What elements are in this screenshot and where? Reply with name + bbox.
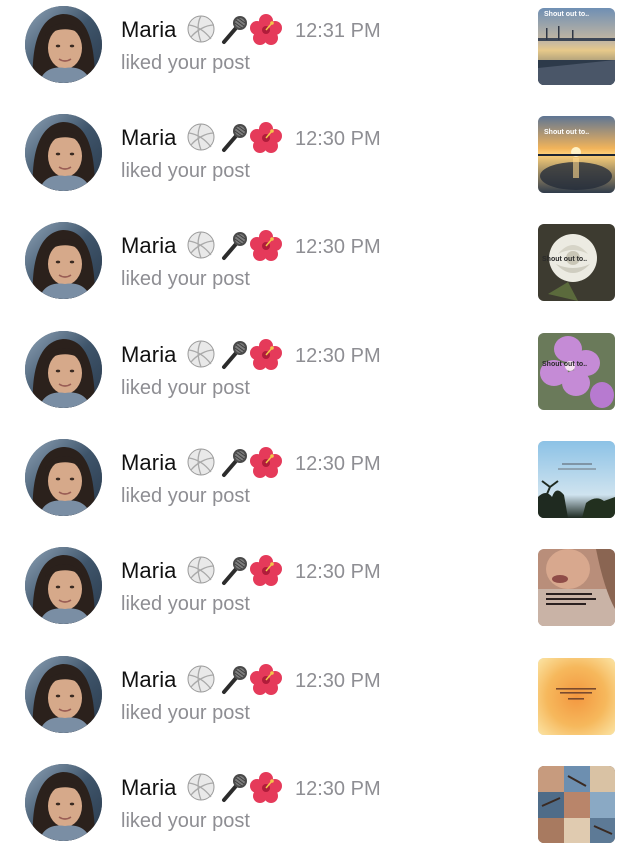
post-thumbnail[interactable] bbox=[538, 549, 615, 626]
activity-text: liked your post bbox=[121, 810, 250, 832]
username[interactable]: Maria bbox=[121, 449, 177, 477]
timestamp: 12:30 PM bbox=[295, 670, 381, 692]
microphone-icon bbox=[222, 124, 247, 152]
timestamp: 12:30 PM bbox=[295, 453, 381, 475]
avatar[interactable] bbox=[25, 222, 102, 299]
volleyball-icon bbox=[187, 340, 215, 368]
timestamp: 12:30 PM bbox=[295, 236, 381, 258]
status-emojis bbox=[186, 555, 282, 587]
post-thumbnail[interactable] bbox=[538, 441, 615, 518]
notification-row[interactable]: Maria bbox=[0, 650, 640, 750]
activity-text: liked your post bbox=[121, 702, 250, 724]
post-thumbnail[interactable]: Shout out to.. bbox=[538, 8, 615, 85]
microphone-icon bbox=[222, 341, 247, 369]
hibiscus-icon bbox=[250, 230, 282, 261]
activity-text: liked your post bbox=[121, 485, 250, 507]
activity-text: liked your post bbox=[121, 377, 250, 399]
post-thumbnail[interactable]: Shout out to.. bbox=[538, 224, 615, 301]
microphone-icon bbox=[222, 557, 247, 585]
hibiscus-icon bbox=[250, 772, 282, 803]
avatar[interactable] bbox=[25, 439, 102, 516]
activity-text: liked your post bbox=[121, 160, 250, 182]
avatar[interactable] bbox=[25, 547, 102, 624]
username[interactable]: Maria bbox=[121, 341, 177, 369]
username[interactable]: Maria bbox=[121, 666, 177, 694]
avatar[interactable] bbox=[25, 764, 102, 841]
username[interactable]: Maria bbox=[121, 774, 177, 802]
volleyball-icon bbox=[187, 123, 215, 151]
status-emojis bbox=[186, 14, 282, 46]
username[interactable]: Maria bbox=[121, 232, 177, 260]
status-emojis bbox=[186, 230, 282, 262]
volleyball-icon bbox=[187, 773, 215, 801]
post-thumbnail[interactable] bbox=[538, 658, 615, 735]
hibiscus-icon bbox=[250, 14, 282, 45]
timestamp: 12:30 PM bbox=[295, 561, 381, 583]
volleyball-icon bbox=[187, 15, 215, 43]
post-caption: Shout out to.. bbox=[544, 11, 590, 18]
timestamp: 12:30 PM bbox=[295, 778, 381, 800]
notification-row[interactable]: Maria bbox=[0, 108, 640, 208]
notification-row[interactable]: Maria bbox=[0, 216, 640, 316]
status-emojis bbox=[186, 772, 282, 804]
status-emojis bbox=[186, 339, 282, 371]
microphone-icon bbox=[222, 666, 247, 694]
avatar[interactable] bbox=[25, 6, 102, 83]
hibiscus-icon bbox=[250, 339, 282, 370]
notification-row[interactable]: Maria bbox=[0, 433, 640, 533]
avatar[interactable] bbox=[25, 331, 102, 408]
notification-row[interactable]: Maria bbox=[0, 0, 640, 100]
hibiscus-icon bbox=[250, 555, 282, 586]
volleyball-icon bbox=[187, 665, 215, 693]
volleyball-icon bbox=[187, 556, 215, 584]
post-thumbnail[interactable]: Shout out to.. bbox=[538, 116, 615, 193]
notification-row[interactable]: Maria bbox=[0, 541, 640, 641]
username[interactable]: Maria bbox=[121, 124, 177, 152]
notification-row[interactable]: Maria bbox=[0, 325, 640, 425]
post-caption: Shout out to.. bbox=[542, 361, 588, 368]
username[interactable]: Maria bbox=[121, 16, 177, 44]
timestamp: 12:30 PM bbox=[295, 345, 381, 367]
hibiscus-icon bbox=[250, 447, 282, 478]
status-emojis bbox=[186, 447, 282, 479]
status-emojis bbox=[186, 122, 282, 154]
status-emojis bbox=[186, 664, 282, 696]
avatar[interactable] bbox=[25, 656, 102, 733]
microphone-icon bbox=[222, 449, 247, 477]
activity-text: liked your post bbox=[121, 593, 250, 615]
microphone-icon bbox=[222, 16, 247, 44]
volleyball-icon bbox=[187, 448, 215, 476]
avatar[interactable] bbox=[25, 114, 102, 191]
post-caption: Shout out to.. bbox=[542, 256, 588, 263]
notification-row[interactable]: Maria bbox=[0, 758, 640, 858]
activity-text: liked your post bbox=[121, 268, 250, 290]
post-thumbnail[interactable]: Shout out to.. bbox=[538, 333, 615, 410]
hibiscus-icon bbox=[250, 122, 282, 153]
volleyball-icon bbox=[187, 231, 215, 259]
hibiscus-icon bbox=[250, 664, 282, 695]
timestamp: 12:31 PM bbox=[295, 20, 381, 42]
microphone-icon bbox=[222, 774, 247, 802]
microphone-icon bbox=[222, 232, 247, 260]
activity-text: liked your post bbox=[121, 52, 250, 74]
post-thumbnail[interactable] bbox=[538, 766, 615, 843]
timestamp: 12:30 PM bbox=[295, 128, 381, 150]
username[interactable]: Maria bbox=[121, 557, 177, 585]
post-caption: Shout out to.. bbox=[544, 129, 590, 136]
